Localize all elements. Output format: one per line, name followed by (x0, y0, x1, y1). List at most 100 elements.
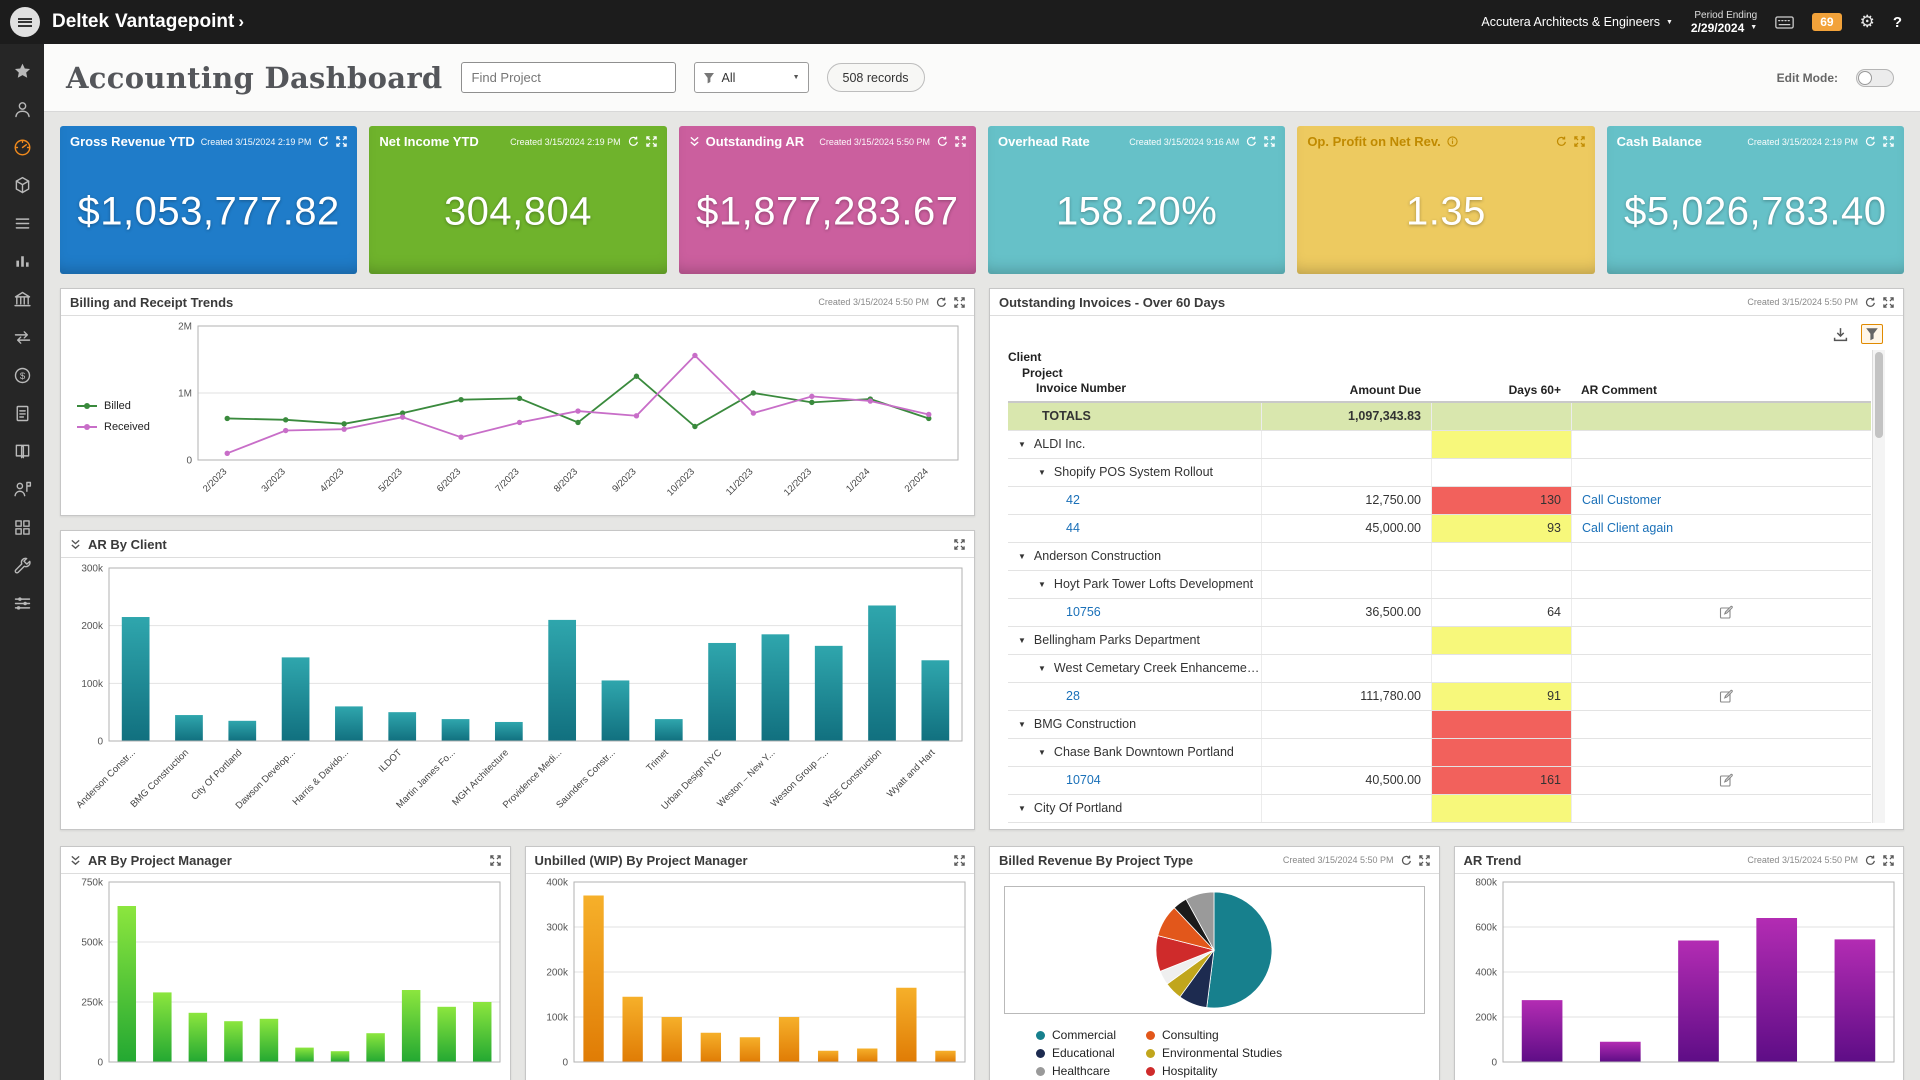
svg-text:800k: 800k (1475, 878, 1498, 889)
ar-comment-link[interactable]: Call Client again (1582, 521, 1673, 535)
collapse-toggle[interactable]: ▼ (1038, 468, 1046, 477)
keyboard-icon[interactable] (1775, 16, 1794, 29)
expand-icon[interactable] (954, 297, 965, 308)
edit-comment-icon[interactable] (1719, 773, 1734, 788)
refresh-icon[interactable] (1865, 136, 1876, 147)
expand-icon[interactable] (954, 539, 965, 550)
collapse-toggle[interactable]: ▼ (1018, 636, 1026, 645)
company-name: Accutera Architects & Engineers (1481, 15, 1660, 29)
collapse-toggle[interactable]: ▼ (1018, 552, 1026, 561)
collapse-toggle[interactable]: ▼ (1018, 720, 1026, 729)
help-icon[interactable]: ? (1893, 14, 1902, 31)
expand-icon[interactable] (336, 136, 347, 147)
billing-trends-line-chart: 01M2M2/20233/20234/20235/20236/20237/202… (160, 318, 970, 515)
svg-text:City Of Portland: City Of Portland (189, 747, 244, 802)
company-menu[interactable]: Accutera Architects & Engineers ▼ (1481, 15, 1673, 29)
collapse-toggle[interactable]: ▼ (1038, 664, 1046, 673)
sidebar-item-employees[interactable] (0, 90, 44, 128)
expand-icon[interactable] (1883, 136, 1894, 147)
panel-billed-revenue-by-type: Billed Revenue By Project Type Created 3… (989, 846, 1440, 1080)
days-60-cell (1431, 795, 1571, 822)
panel-ar-by-client: AR By Client 0100k200k300kAnderson Const… (60, 530, 975, 830)
invoice-number-link[interactable]: 10756 (1066, 605, 1101, 619)
info-icon[interactable] (1447, 136, 1458, 147)
invoice-number-link[interactable]: 42 (1066, 493, 1080, 507)
panel-title: Outstanding Invoices - Over 60 Days (999, 295, 1225, 310)
refresh-icon[interactable] (1865, 855, 1876, 866)
menu-button[interactable] (10, 7, 40, 37)
edit-mode-toggle[interactable] (1856, 69, 1894, 87)
amount-due-cell (1261, 459, 1431, 486)
sidebar-item-reporting[interactable] (0, 242, 44, 280)
refresh-icon[interactable] (1401, 855, 1412, 866)
collapse-chevrons-icon[interactable] (689, 136, 700, 147)
refresh-icon[interactable] (1556, 136, 1567, 147)
expand-icon[interactable] (490, 855, 501, 866)
download-icon[interactable] (1830, 325, 1851, 344)
collapse-toggle[interactable]: ▼ (1038, 580, 1046, 589)
refresh-icon[interactable] (937, 136, 948, 147)
expand-icon[interactable] (954, 855, 965, 866)
saved-search-dropdown[interactable]: All ▼ (694, 62, 809, 93)
expand-icon[interactable] (955, 136, 966, 147)
edit-comment-icon[interactable] (1719, 689, 1734, 704)
amount-due-cell (1261, 739, 1431, 766)
chevron-down-icon: ▼ (1750, 24, 1757, 31)
sidebar: $ (0, 44, 44, 1080)
invoice-number-link[interactable]: 10704 (1066, 773, 1101, 787)
sidebar-item-libraries[interactable] (0, 508, 44, 546)
expand-icon[interactable] (1419, 855, 1430, 866)
sidebar-item-accounting[interactable] (0, 280, 44, 318)
svg-text:0: 0 (186, 456, 192, 467)
expand-icon[interactable] (646, 136, 657, 147)
sidebar-item-favorites[interactable] (0, 52, 44, 90)
grid-filter-icon[interactable] (1861, 324, 1883, 344)
refresh-icon[interactable] (1246, 136, 1257, 147)
scrollbar-thumb[interactable] (1875, 352, 1883, 438)
svg-text:Saunders Constr...: Saunders Constr... (554, 747, 617, 810)
refresh-icon[interactable] (1865, 297, 1876, 308)
expand-icon[interactable] (1264, 136, 1275, 147)
sidebar-item-dashboards[interactable] (0, 128, 44, 166)
sidebar-item-settings[interactable] (0, 584, 44, 622)
sidebar-item-projects[interactable] (0, 204, 44, 242)
sidebar-item-ledger[interactable] (0, 432, 44, 470)
ar-comment-cell (1571, 683, 1871, 710)
edit-comment-icon[interactable] (1719, 605, 1734, 620)
chevron-down-icon: ▼ (1666, 19, 1673, 26)
period-ending-menu[interactable]: Period Ending 2/29/2024 ▼ (1691, 10, 1757, 35)
ar-comment-link[interactable]: Call Customer (1582, 493, 1661, 507)
collapse-toggle[interactable]: ▼ (1038, 748, 1046, 757)
settings-gear-icon[interactable]: ⚙ (1860, 12, 1875, 32)
ar-comment-cell: Call Customer (1571, 487, 1871, 514)
collapse-toggle[interactable]: ▼ (1018, 440, 1026, 449)
invoice-number-link[interactable]: 28 (1066, 689, 1080, 703)
gauge-icon (12, 137, 33, 158)
find-project-input[interactable] (461, 62, 676, 93)
days-60-cell (1431, 711, 1571, 738)
invoice-number-link[interactable]: 44 (1066, 521, 1080, 535)
sidebar-item-resource-management[interactable] (0, 470, 44, 508)
collapse-toggle[interactable]: ▼ (1018, 804, 1026, 813)
svg-text:ILDOT: ILDOT (377, 747, 405, 775)
collapse-chevrons-icon[interactable] (70, 855, 81, 866)
money-icon: $ (12, 365, 33, 386)
svg-text:200k: 200k (1475, 1013, 1498, 1024)
collapse-chevrons-icon[interactable] (70, 539, 81, 550)
sidebar-item-transactions[interactable] (0, 318, 44, 356)
vertical-scrollbar[interactable] (1872, 350, 1885, 823)
expand-icon[interactable] (1574, 136, 1585, 147)
notification-badge[interactable]: 69 (1812, 13, 1841, 31)
sidebar-item-firms[interactable] (0, 166, 44, 204)
kpi-row: Gross Revenue YTDCreated 3/15/2024 2:19 … (60, 126, 1904, 274)
sidebar-item-utilities[interactable] (0, 546, 44, 584)
sidebar-item-invoice-approvals[interactable] (0, 394, 44, 432)
svg-text:750k: 750k (81, 878, 104, 889)
refresh-icon[interactable] (936, 297, 947, 308)
kpi-card-gross-revenue-ytd: Gross Revenue YTDCreated 3/15/2024 2:19 … (60, 126, 357, 274)
refresh-icon[interactable] (318, 136, 329, 147)
expand-icon[interactable] (1883, 297, 1894, 308)
expand-icon[interactable] (1883, 855, 1894, 866)
refresh-icon[interactable] (628, 136, 639, 147)
sidebar-item-billing[interactable]: $ (0, 356, 44, 394)
